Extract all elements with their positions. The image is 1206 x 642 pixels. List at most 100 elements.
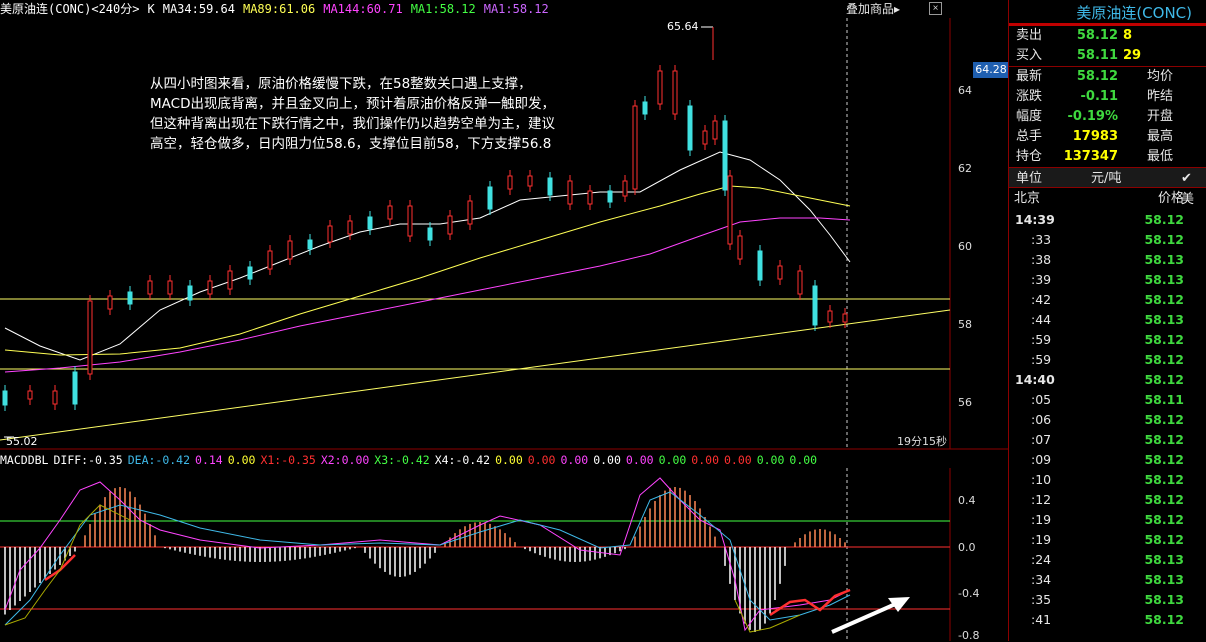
ma34-label: MA34:59.64: [162, 2, 235, 16]
tick-price: 58.12: [1144, 512, 1184, 527]
instrument-title[interactable]: 美原油连(CONC): [1009, 0, 1206, 26]
stat-label-right: 开盘: [1147, 109, 1174, 124]
candle-body: [727, 175, 733, 245]
candle-body: [567, 180, 573, 205]
quote-stat-row: 总手 17983 最高: [1009, 127, 1206, 147]
candle-body: [607, 190, 613, 203]
ask-label: 卖出: [1016, 28, 1043, 43]
tick-time: :44: [1031, 312, 1052, 327]
tick-row[interactable]: :34 58.13: [1009, 570, 1206, 590]
stat-label: 持仓: [1016, 149, 1043, 164]
quote-stat-row: 涨跌 -0.11 昨结: [1009, 87, 1206, 107]
tick-row[interactable]: 14:40 58.12: [1009, 370, 1206, 390]
tick-time: :41: [1031, 612, 1052, 627]
macd-indicator-value: 0.00: [691, 453, 719, 467]
macd-indicator-value: 0.00: [789, 453, 818, 467]
stat-label-right: 最低: [1147, 149, 1174, 164]
tick-price: 58.12: [1144, 292, 1184, 307]
candle-body: [367, 216, 373, 230]
tick-price: 58.12: [1144, 472, 1184, 487]
candle-body: [247, 266, 253, 280]
candle-body: [267, 250, 273, 270]
tick-row[interactable]: :06 58.12: [1009, 410, 1206, 430]
ask-row[interactable]: 卖出 58.12 8: [1009, 26, 1206, 46]
candle-body: [527, 175, 533, 187]
analysis-annotation[interactable]: 从四小时图来看，原油价格缓慢下跌，在58整数关口遇上支撑， MACD出现底背离，…: [150, 74, 670, 154]
tick-row[interactable]: :33 58.12: [1009, 230, 1206, 250]
ask-price: 58.12: [1076, 28, 1118, 43]
tick-row[interactable]: :07 58.12: [1009, 430, 1206, 450]
latest-price-tag: 64.28: [973, 62, 1009, 78]
candle-body: [327, 225, 333, 243]
tick-time: :59: [1031, 332, 1052, 347]
candle-body: [842, 313, 848, 323]
stat-label: 涨跌: [1016, 89, 1043, 104]
overlay-instrument-dropdown[interactable]: 叠加商品▸: [846, 1, 900, 17]
tick-time: :06: [1031, 412, 1052, 427]
macd-indicator-value: X1:-0.35: [260, 453, 316, 467]
macd-indicator-value: DIFF:-0.35: [53, 453, 123, 467]
tick-time: 14:39: [1015, 212, 1055, 227]
tick-row[interactable]: :44 58.13: [1009, 310, 1206, 330]
stat-value: -0.19%: [1067, 109, 1119, 124]
unit-value: 元/吨: [1091, 171, 1122, 186]
tick-row[interactable]: :09 58.12: [1009, 450, 1206, 470]
tick-row[interactable]: :05 58.11: [1009, 390, 1206, 410]
candle-body: [507, 175, 513, 190]
tick-price: 58.13: [1144, 572, 1184, 587]
candle-body: [87, 300, 93, 375]
tick-row[interactable]: :35 58.13: [1009, 590, 1206, 610]
tick-row[interactable]: 14:39 58.12: [1009, 210, 1206, 230]
candle-body: [27, 390, 33, 400]
bid-row[interactable]: 买入 58.11 29: [1009, 46, 1206, 66]
close-icon[interactable]: ×: [929, 2, 942, 15]
tick-time: :59: [1031, 352, 1052, 367]
tick-time: :38: [1031, 252, 1052, 267]
unit-row[interactable]: 单位 元/吨 ✔ 美: [1009, 167, 1206, 207]
candle-body: [797, 270, 803, 295]
stat-value: -0.11: [1080, 89, 1118, 104]
candle-body: [207, 280, 213, 295]
tick-row[interactable]: :39 58.13: [1009, 270, 1206, 290]
stat-value: 17983: [1072, 129, 1118, 144]
tick-row[interactable]: :19 58.12: [1009, 530, 1206, 550]
candle-body: [547, 177, 553, 196]
tick-time: 14:40: [1015, 372, 1055, 387]
annotation-line: MACD出现底背离，并且金叉向上，预计着原油价格反弹一触即发，: [150, 96, 555, 112]
dropdown-arrow-icon: ▸: [894, 2, 901, 16]
candle-body: [147, 280, 153, 295]
tick-row[interactable]: :38 58.13: [1009, 250, 1206, 270]
ask-volume: 8: [1123, 28, 1133, 43]
tick-row[interactable]: :59 58.12: [1009, 350, 1206, 370]
symbol-label: 美原油连(CONC)<240分>: [0, 2, 140, 16]
tick-price: 58.12: [1144, 212, 1184, 227]
tick-row[interactable]: :24 58.13: [1009, 550, 1206, 570]
macd-indicator-value: X2:0.00: [320, 453, 370, 467]
tick-row[interactable]: :59 58.12: [1009, 330, 1206, 350]
macd-indicator-value: X4:-0.42: [434, 453, 491, 467]
macd-indicator-value: MACDDBL: [0, 453, 49, 467]
candle-body: [187, 285, 193, 301]
tick-row[interactable]: :10 58.12: [1009, 470, 1206, 490]
tick-row[interactable]: :12 58.12: [1009, 490, 1206, 510]
tick-row[interactable]: :41 58.12: [1009, 610, 1206, 630]
tick-row[interactable]: :19 58.12: [1009, 510, 1206, 530]
kline-chart-area[interactable]: 美原油连(CONC)<240分> K MA34:59.64 MA89:61.06 MA1…: [0, 0, 1009, 642]
candle-body: [757, 250, 763, 281]
macd-axis-label: -0.4: [958, 587, 980, 600]
tick-price: 58.12: [1144, 612, 1184, 627]
tick-time: :35: [1031, 592, 1052, 607]
quote-stat-row: 最新 58.12 均价: [1009, 67, 1206, 87]
macd-indicator-value: X3:-0.42: [374, 453, 430, 467]
tick-row[interactable]: :42 58.12: [1009, 290, 1206, 310]
time-column-header: 北京: [1014, 191, 1041, 206]
annotation-line: 从四小时图来看，原油价格缓慢下跌，在58整数关口遇上支撑，: [150, 76, 532, 92]
macd-indicator-value: 0.00: [227, 453, 256, 467]
price-axis-label: 64: [958, 84, 972, 97]
price-axis-label: 62: [958, 162, 972, 175]
candle-body: [427, 227, 433, 241]
overlay-label: 叠加商品: [846, 2, 895, 16]
tick-list[interactable]: 14:39 58.12:33 58.12:38 58.13:39 58.13:42 58.…: [1009, 210, 1206, 630]
candle-body: [737, 235, 743, 260]
macd-axis-label: -0.8: [958, 629, 980, 642]
